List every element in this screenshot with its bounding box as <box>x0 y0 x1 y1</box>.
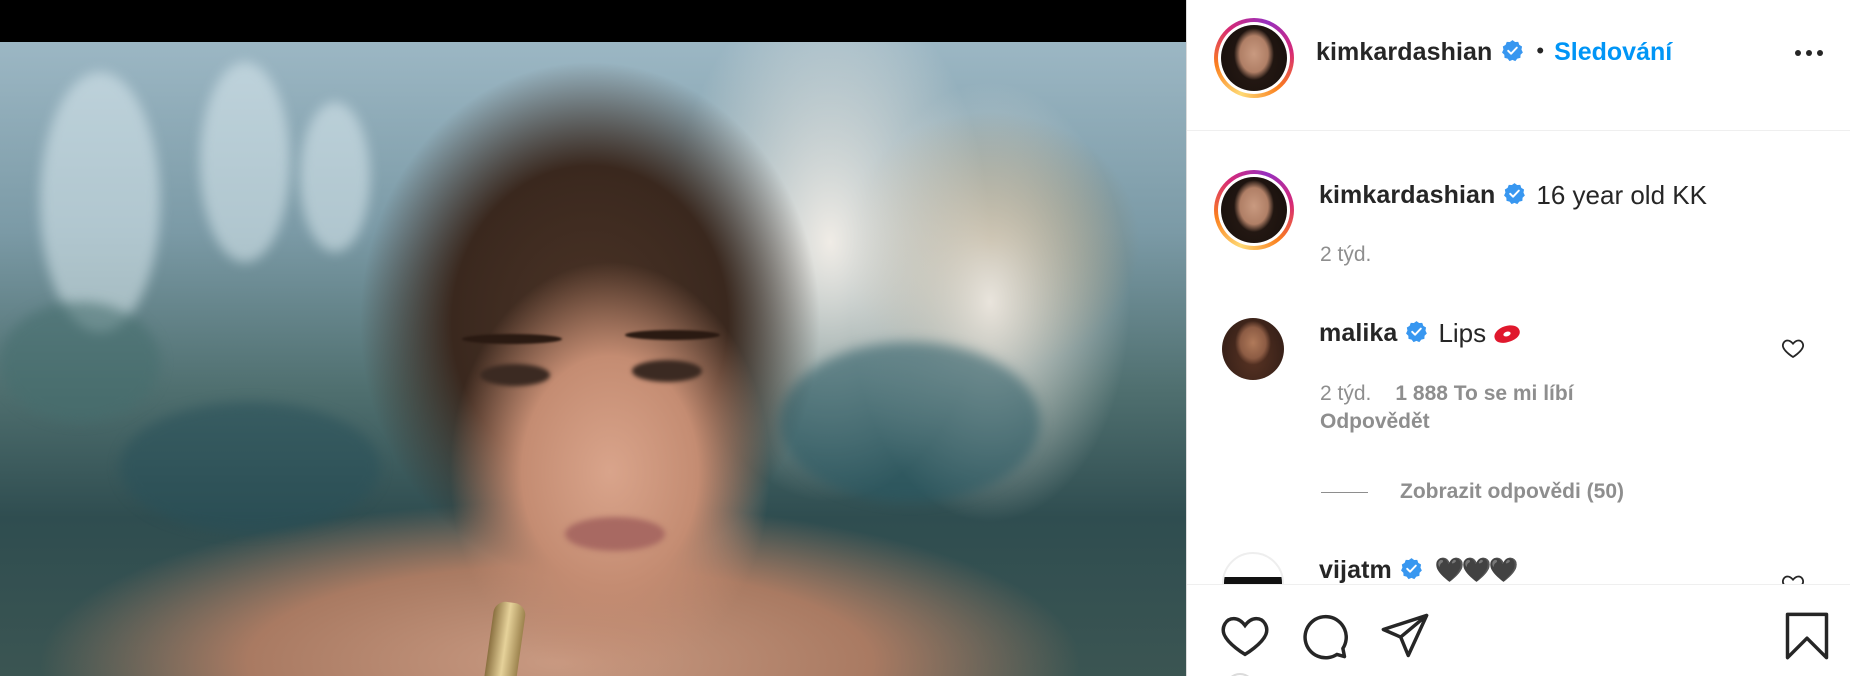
caption-text: 16 year old KK <box>1536 180 1707 210</box>
post-sidebar: kimkardashian • Sledování kimkardashian … <box>1186 0 1850 676</box>
bookmark-icon <box>1785 612 1829 660</box>
paper-plane-icon <box>1381 613 1429 658</box>
author-username[interactable]: kimkardashian <box>1316 38 1492 67</box>
lips-emoji-icon <box>1492 321 1522 346</box>
comment-username[interactable]: vijatm <box>1319 556 1392 584</box>
comment-likes-count[interactable]: 1 888 To se mi líbí <box>1395 382 1573 406</box>
verified-badge-icon <box>1400 558 1422 580</box>
comment-timestamp[interactable]: 2 týd. <box>1320 382 1371 406</box>
comments-list[interactable]: kimkardashian 16 year old KK 2 týd. mali… <box>1187 132 1850 584</box>
comment-like-heart-icon[interactable] <box>1781 336 1805 360</box>
comment-text: Lips <box>1438 318 1487 348</box>
verified-badge-icon <box>1406 321 1428 343</box>
reply-button[interactable]: Odpovědět <box>1320 410 1430 434</box>
comment: vijatm 🖤🖤🖤 <box>1319 556 1519 584</box>
post-header: kimkardashian • Sledování <box>1187 0 1850 131</box>
replies-divider <box>1321 491 1368 493</box>
caption-timestamp[interactable]: 2 týd. <box>1320 243 1371 267</box>
comment-text: 🖤🖤🖤 <box>1434 557 1519 584</box>
save-button[interactable] <box>1781 610 1833 662</box>
share-button[interactable] <box>1379 610 1431 662</box>
comment-meta: 2 týd. 1 888 To se mi líbí <box>1320 382 1574 406</box>
verified-badge-icon <box>1502 40 1524 62</box>
more-options-icon[interactable] <box>1795 50 1823 56</box>
comment-button[interactable] <box>1299 610 1351 662</box>
caption-author-avatar[interactable] <box>1214 170 1294 250</box>
action-bar <box>1187 584 1850 676</box>
like-button[interactable] <box>1219 610 1271 662</box>
view-replies-button[interactable]: Zobrazit odpovědi (50) <box>1321 480 1624 504</box>
comment-avatar[interactable] <box>1222 552 1284 584</box>
comment: malika Lips <box>1319 318 1522 349</box>
separator-dot: • <box>1536 37 1545 63</box>
follow-button[interactable]: Sledování <box>1554 38 1672 67</box>
comment-avatar[interactable] <box>1222 318 1284 380</box>
verified-badge-icon <box>1504 183 1526 205</box>
caption: kimkardashian 16 year old KK <box>1319 180 1707 211</box>
author-avatar[interactable] <box>1214 18 1294 98</box>
comment-like-heart-icon[interactable] <box>1781 572 1805 584</box>
comment-username[interactable]: malika <box>1319 319 1397 348</box>
caption-username[interactable]: kimkardashian <box>1319 181 1495 210</box>
heart-icon <box>1221 616 1269 657</box>
post-photo[interactable] <box>0 42 1186 676</box>
comment-bubble-icon <box>1303 614 1348 660</box>
view-replies-label: Zobrazit odpovědi (50) <box>1400 480 1625 503</box>
post-media[interactable] <box>0 0 1186 676</box>
